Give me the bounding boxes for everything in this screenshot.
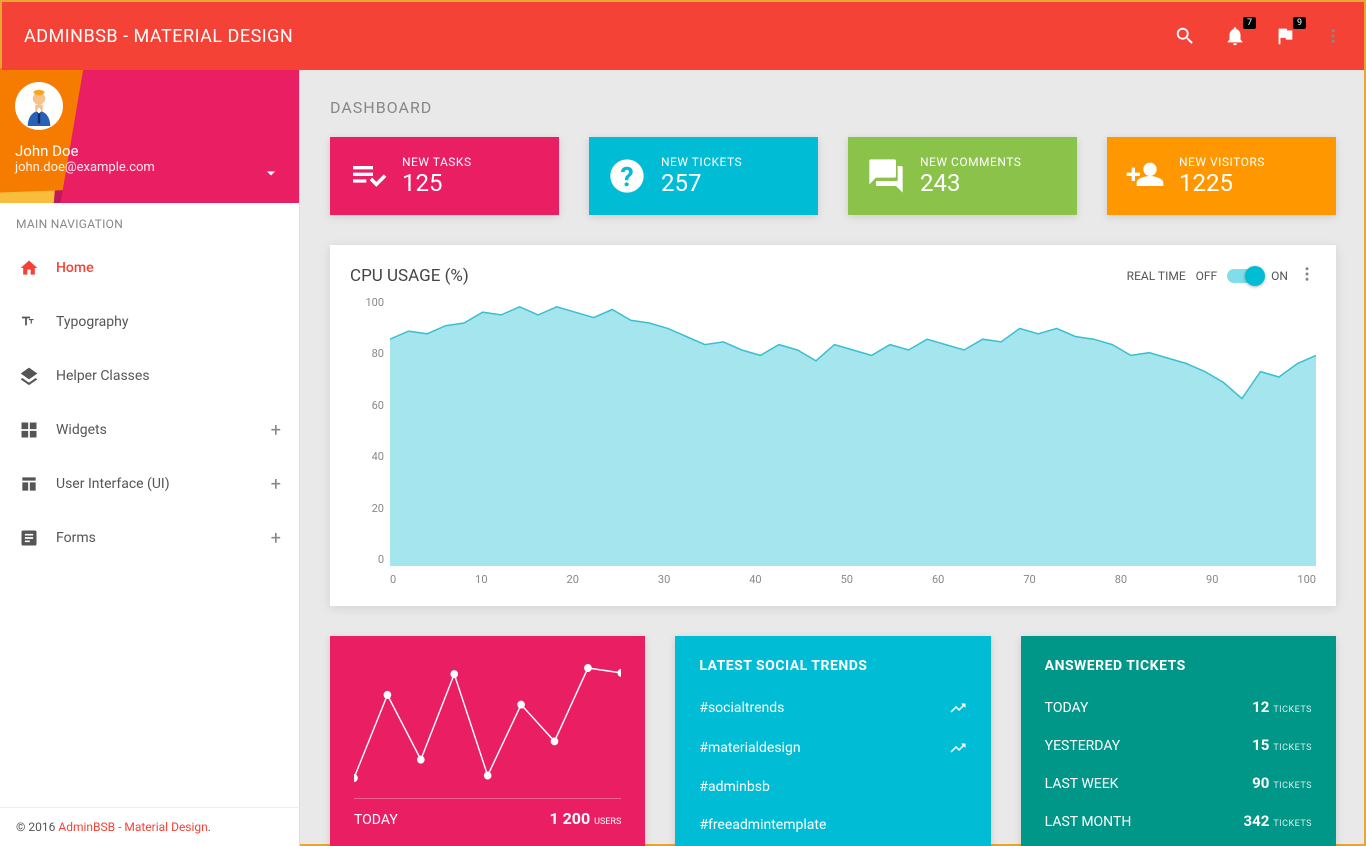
menu-label: User Interface (UI) [56,476,170,492]
trend-item[interactable]: #materialdesign [699,728,966,768]
main-menu: HomeTypographyHelper ClassesWidgets+User… [0,241,299,565]
tickets-title: ANSWERED TICKETS [1045,658,1312,674]
sidebar-item-typography[interactable]: Typography [0,295,299,349]
trending-up-icon [949,699,967,717]
ui-icon [18,473,40,495]
cpu-chart: 100806040200 0102030405060708090100 [350,296,1316,586]
user-info: John Doe john.doe@example.com [0,68,299,203]
trends-title: LATEST SOCIAL TRENDS [699,658,966,674]
today-label: TODAY [354,812,398,828]
cpu-card: CPU USAGE (%) REAL TIME OFF ON 100806040… [330,245,1336,606]
ticket-row: TODAY12TICKETS [1045,688,1312,726]
stat-new-visitors[interactable]: NEW VISITORS1225 [1107,137,1336,215]
sidebar-item-forms[interactable]: Forms + [0,511,299,565]
ticket-row: YESTERDAY15TICKETS [1045,726,1312,764]
nav-section-title: MAIN NAVIGATION [0,203,299,241]
menu-label: Widgets [56,422,107,438]
copyright: © 2016 AdminBSB - Material Design. [0,807,299,846]
menu-label: Helper Classes [56,368,150,384]
forum-icon [866,156,906,196]
card-menu-icon[interactable] [1298,265,1316,286]
layers-icon [18,365,40,387]
sidebar-item-user-interface-ui-[interactable]: User Interface (UI) + [0,457,299,511]
person-add-icon [1125,156,1165,196]
sidebar-item-widgets[interactable]: Widgets + [0,403,299,457]
realtime-on: ON [1271,269,1288,283]
brand-title: ADMINBSB - MATERIAL DESIGN [24,26,293,47]
realtime-off: OFF [1196,269,1218,283]
playlist-check-icon [348,156,388,196]
notifications-icon[interactable]: 7 [1224,25,1246,47]
page-title: DASHBOARD [330,98,1336,117]
today-unit: USERS [594,817,621,827]
trend-item[interactable]: #adminbsb [699,768,966,806]
stat-new-tasks[interactable]: NEW TASKS125 [330,137,559,215]
stat-new-comments[interactable]: NEW COMMENTS243 [848,137,1077,215]
sidebar: John Doe john.doe@example.com MAIN NAVIG… [0,68,300,846]
realtime-label: REAL TIME [1127,269,1186,283]
svg-text:?: ? [620,161,633,193]
content: DASHBOARD NEW TASKS125?NEW TICKETS257NEW… [300,68,1366,846]
plus-icon: + [271,420,281,441]
notifications-badge: 7 [1243,17,1256,29]
stat-new-tickets[interactable]: ?NEW TICKETS257 [589,137,818,215]
user-name: John Doe [15,142,284,160]
sidebar-item-helper-classes[interactable]: Helper Classes [0,349,299,403]
ticket-row: LAST WEEK90TICKETS [1045,764,1312,802]
ticket-row: LAST MONTH342TICKETS [1045,802,1312,840]
menu-label: Typography [56,314,128,330]
plus-icon: + [271,528,281,549]
sidebar-item-home[interactable]: Home [0,241,299,295]
plus-icon: + [271,474,281,495]
forms-icon [18,527,40,549]
trends-card: LATEST SOCIAL TRENDS #socialtrends#mater… [675,636,990,846]
stat-row: NEW TASKS125 ?NEW TICKETS257 NEW COMMENTS2… [330,137,1336,215]
menu-label: Home [56,260,94,276]
avatar[interactable] [15,82,63,130]
help-icon: ? [607,156,647,196]
topbar: ADMINBSB - MATERIAL DESIGN 7 9 [2,2,1364,70]
realtime-switch[interactable] [1227,269,1261,283]
trend-item[interactable]: #socialtrends [699,688,966,728]
copyright-link[interactable]: AdminBSB - Material Design [58,820,207,834]
flags-badge: 9 [1293,17,1306,29]
text-icon [18,311,40,333]
home-icon [18,257,40,279]
overflow-menu-icon[interactable] [1324,27,1342,45]
menu-label: Forms [56,530,96,546]
trending-up-icon [949,739,967,757]
user-email: john.doe@example.com [15,160,284,175]
flag-icon[interactable]: 9 [1274,25,1296,47]
widgets-icon [18,419,40,441]
today-users-card: TODAY 1 200 USERS [330,636,645,846]
trend-item[interactable]: #freeadmintemplate [699,806,966,844]
today-value: 1 200 [549,809,590,828]
search-icon[interactable] [1174,25,1196,47]
tickets-card: ANSWERED TICKETS TODAY12TICKETSYESTERDAY… [1021,636,1336,846]
cpu-title: CPU USAGE (%) [350,266,469,286]
chevron-down-icon[interactable] [261,163,281,187]
